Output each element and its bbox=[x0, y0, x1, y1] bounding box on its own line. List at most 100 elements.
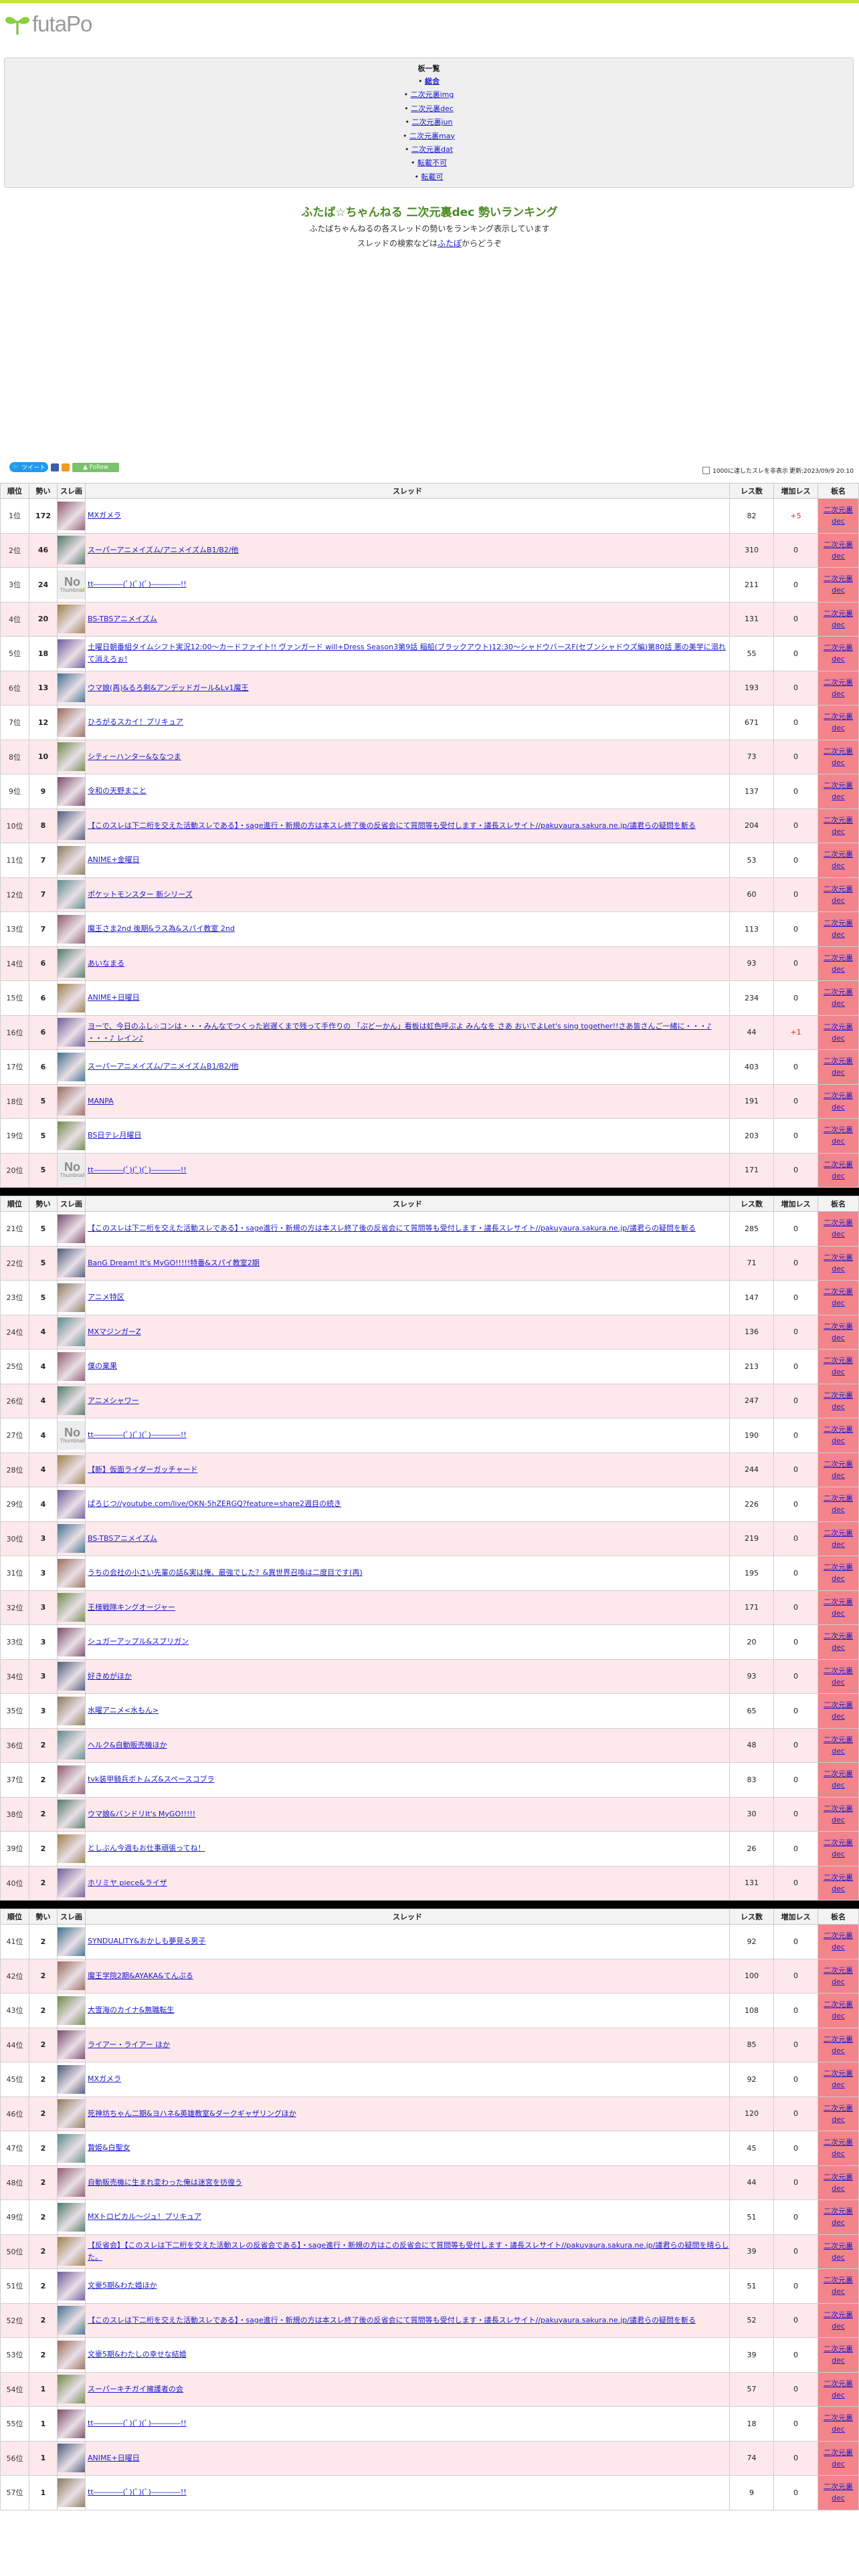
thread-thumbnail[interactable] bbox=[58, 639, 85, 668]
board-link[interactable]: 二次元裏dec bbox=[824, 2069, 853, 2089]
menu-link[interactable]: 二次元裏may bbox=[409, 132, 455, 140]
board-link[interactable]: 二次元裏dec bbox=[824, 850, 853, 870]
thread-thumbnail[interactable] bbox=[58, 2030, 85, 2060]
thread-link[interactable]: BS-TBSアニメイズム bbox=[88, 615, 157, 623]
board-link[interactable]: 二次元裏dec bbox=[824, 1218, 853, 1239]
thread-thumbnail[interactable] bbox=[58, 1524, 85, 1553]
thread-thumbnail[interactable] bbox=[58, 1868, 85, 1898]
thread-link[interactable]: アニメ特区 bbox=[88, 1293, 124, 1301]
board-link[interactable]: 二次元裏dec bbox=[824, 2035, 853, 2055]
board-link[interactable]: 二次元裏dec bbox=[824, 609, 853, 629]
board-link[interactable]: 二次元裏dec bbox=[824, 2104, 853, 2124]
board-link[interactable]: 二次元裏dec bbox=[824, 712, 853, 732]
board-link[interactable]: 二次元裏dec bbox=[824, 2276, 853, 2296]
board-link[interactable]: 二次元裏dec bbox=[824, 988, 853, 1008]
board-link[interactable]: 二次元裏dec bbox=[824, 781, 853, 801]
thread-link[interactable]: 魔王さま2nd 後期&ラス為&スパイ教室 2nd bbox=[88, 924, 235, 933]
thread-link[interactable]: 大雪海のカイナ&無職転生 bbox=[88, 2006, 174, 2014]
thread-thumbnail[interactable] bbox=[58, 2133, 85, 2163]
thread-thumbnail[interactable] bbox=[58, 2375, 85, 2404]
board-link[interactable]: 二次元裏dec bbox=[824, 1598, 853, 1618]
board-link[interactable]: 二次元裏dec bbox=[824, 643, 853, 663]
thread-thumbnail[interactable] bbox=[58, 1121, 85, 1150]
board-link[interactable]: 二次元裏dec bbox=[824, 2000, 853, 2020]
board-link[interactable]: 二次元裏dec bbox=[824, 2173, 853, 2193]
thread-link[interactable]: ヘルク&自動販売機ほか bbox=[88, 1741, 167, 1749]
thread-link[interactable]: アニメシャワー bbox=[88, 1396, 139, 1405]
site-logo[interactable]: futaPo bbox=[4, 11, 92, 37]
board-link[interactable]: 二次元裏dec bbox=[824, 1563, 853, 1583]
board-link[interactable]: 二次元裏dec bbox=[824, 1966, 853, 1986]
board-link[interactable]: 二次元裏dec bbox=[824, 1931, 853, 1951]
thread-link[interactable]: スーパーアニメイズム/アニメイズムB1/B2/他 bbox=[88, 546, 239, 554]
thread-thumbnail[interactable] bbox=[58, 1696, 85, 1725]
board-link[interactable]: 二次元裏dec bbox=[824, 2311, 853, 2331]
board-link[interactable]: 二次元裏dec bbox=[824, 747, 853, 767]
board-link[interactable]: 二次元裏dec bbox=[824, 919, 853, 939]
thread-thumbnail[interactable] bbox=[58, 1731, 85, 1760]
board-link[interactable]: 二次元裏dec bbox=[824, 1804, 853, 1824]
thread-thumbnail[interactable] bbox=[58, 1558, 85, 1588]
menu-link[interactable]: 二次元裏dec bbox=[411, 104, 454, 113]
thread-thumbnail[interactable] bbox=[58, 1455, 85, 1485]
thread-thumbnail[interactable] bbox=[58, 2202, 85, 2232]
board-link[interactable]: 二次元裏dec bbox=[824, 2242, 853, 2262]
thread-thumbnail[interactable] bbox=[58, 2168, 85, 2197]
thread-link[interactable]: tt――――(ﾟ)(ﾟ)(ﾟ)――――!! bbox=[88, 580, 187, 588]
thread-link[interactable]: ウマ娘(再)&るろ剣&アンデッドガール&Lv1魔王 bbox=[88, 683, 249, 692]
thread-thumbnail[interactable] bbox=[58, 2478, 85, 2507]
follow-button[interactable]: ▲ Follow bbox=[72, 462, 119, 472]
board-link[interactable]: 二次元裏dec bbox=[824, 506, 853, 526]
thread-link[interactable]: tt――――(ﾟ)(ﾟ)(ﾟ)――――!! bbox=[88, 1430, 187, 1439]
thread-link[interactable]: ANIME+日曜日 bbox=[88, 993, 140, 1002]
board-link[interactable]: 二次元裏dec bbox=[824, 2379, 853, 2399]
thread-link[interactable]: 死神坊ちゃん二期&ヨハネ&英雄教室&ダークギャザリングほか bbox=[88, 2109, 296, 2118]
thread-link[interactable]: シティーハンター&ななつま bbox=[88, 752, 181, 761]
board-link[interactable]: 二次元裏dec bbox=[824, 2482, 853, 2502]
hatena-icon[interactable] bbox=[51, 463, 59, 471]
futapo-link[interactable]: ふたぽ bbox=[438, 239, 462, 248]
thread-link[interactable]: 令和の天野まこと bbox=[88, 786, 147, 795]
thread-thumbnail[interactable] bbox=[58, 2237, 85, 2266]
thread-thumbnail[interactable] bbox=[58, 1018, 85, 1047]
menu-link[interactable]: 転載可 bbox=[421, 173, 444, 181]
thread-thumbnail[interactable] bbox=[58, 2444, 85, 2473]
thread-thumbnail[interactable] bbox=[58, 2271, 85, 2300]
thread-thumbnail[interactable] bbox=[58, 2064, 85, 2094]
menu-link[interactable]: 二次元裏jun bbox=[412, 118, 453, 126]
board-link[interactable]: 二次元裏dec bbox=[824, 954, 853, 974]
thread-thumbnail[interactable] bbox=[58, 1927, 85, 1956]
board-link[interactable]: 二次元裏dec bbox=[824, 574, 853, 595]
thread-thumbnail[interactable] bbox=[58, 1662, 85, 1691]
board-link[interactable]: 二次元裏dec bbox=[824, 1287, 853, 1307]
thread-thumbnail[interactable] bbox=[58, 776, 85, 806]
thread-thumbnail[interactable] bbox=[58, 914, 85, 944]
thread-thumbnail[interactable] bbox=[58, 742, 85, 772]
thread-thumbnail[interactable] bbox=[58, 1283, 85, 1312]
thread-link[interactable]: 【このスレは下二桁を交えた活動スレである】・sage進行・新規の方は本スレ終了後… bbox=[88, 821, 696, 830]
board-link[interactable]: 二次元裏dec bbox=[824, 816, 853, 836]
thread-link[interactable]: 好きめがほか bbox=[88, 1672, 132, 1681]
thread-thumbnail[interactable] bbox=[58, 880, 85, 909]
thread-thumbnail[interactable] bbox=[58, 536, 85, 565]
thread-link[interactable]: シュガーアップル&スプリガン bbox=[88, 1637, 189, 1646]
thread-link[interactable]: 【反省会】【このスレは下二桁を交えた活動スレの反省会である】・sage進行・新規… bbox=[88, 2241, 729, 2262]
board-link[interactable]: 二次元裏dec bbox=[824, 1057, 853, 1077]
thread-link[interactable]: ポケットモンスター 新シリーズ bbox=[88, 890, 193, 899]
thread-link[interactable]: ANIME+日曜日 bbox=[88, 2454, 140, 2462]
thread-thumbnail[interactable] bbox=[58, 1834, 85, 1863]
thread-thumbnail[interactable] bbox=[58, 1087, 85, 1116]
thread-link[interactable]: 贄姫&白聖女 bbox=[88, 2143, 130, 2152]
menu-link[interactable]: 総合 bbox=[425, 77, 440, 86]
thread-link[interactable]: ライアー・ライアー ほか bbox=[88, 2040, 170, 2049]
rss-icon[interactable] bbox=[62, 463, 70, 471]
thread-thumbnail[interactable] bbox=[58, 2409, 85, 2438]
thread-thumbnail[interactable] bbox=[58, 605, 85, 634]
thread-thumbnail[interactable] bbox=[58, 501, 85, 530]
thread-thumbnail[interactable] bbox=[58, 811, 85, 841]
thread-thumbnail[interactable] bbox=[58, 983, 85, 1012]
board-link[interactable]: 二次元裏dec bbox=[824, 1735, 853, 1755]
board-link[interactable]: 二次元裏dec bbox=[824, 2207, 853, 2227]
thread-thumbnail[interactable] bbox=[58, 1386, 85, 1416]
board-link[interactable]: 二次元裏dec bbox=[824, 1356, 853, 1376]
